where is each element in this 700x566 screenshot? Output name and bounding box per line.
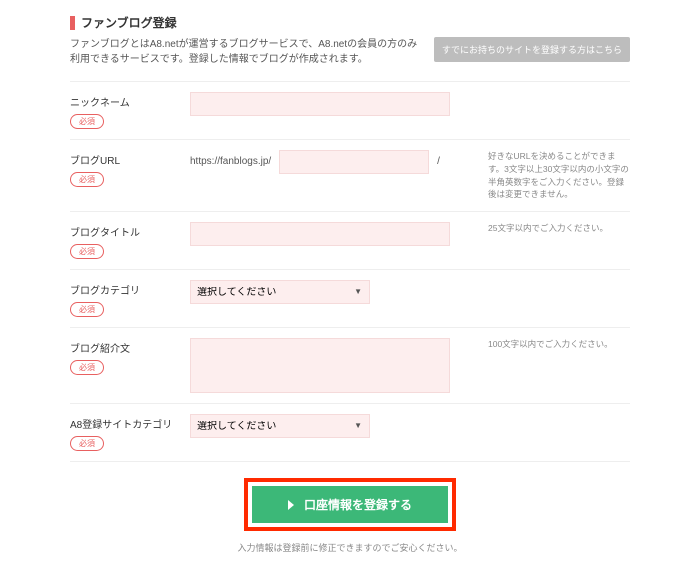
control-col — [190, 338, 480, 393]
blog-intro-hint: 100文字以内でご入力ください。 — [480, 338, 630, 351]
intro-row: ファンブログとはA8.netが運営するブログサービスで、A8.netの会員の方の… — [70, 37, 630, 67]
select-wrap: 選択してください — [190, 280, 370, 304]
submit-button-label: 口座情報を登録する — [304, 496, 412, 513]
label-col: A8登録サイトカテゴリ 必須 — [70, 414, 190, 451]
title-accent-bar — [70, 16, 75, 30]
control-col: 選択してください — [190, 280, 480, 304]
required-badge: 必須 — [70, 172, 104, 187]
control-col — [190, 222, 480, 246]
label-col: ブログタイトル 必須 — [70, 222, 190, 259]
blog-title-input[interactable] — [190, 222, 450, 246]
intro-text: ファンブログとはA8.netが運営するブログサービスで、A8.netの会員の方の… — [70, 37, 424, 67]
row-blog-intro: ブログ紹介文 必須 100文字以内でご入力ください。 — [70, 327, 630, 403]
control-col: https://fanblogs.jp/ / — [190, 150, 480, 174]
page-title: ファンブログ登録 — [81, 14, 177, 31]
blog-url-label: ブログURL — [70, 152, 190, 167]
blog-title-label: ブログタイトル — [70, 224, 190, 239]
label-col: ニックネーム 必須 — [70, 92, 190, 129]
url-suffix: / — [437, 150, 440, 174]
blog-category-label: ブログカテゴリ — [70, 282, 190, 297]
a8-category-label: A8登録サイトカテゴリ — [70, 416, 190, 431]
required-badge: 必須 — [70, 244, 104, 259]
blog-category-select[interactable]: 選択してください — [190, 280, 370, 304]
required-badge: 必須 — [70, 302, 104, 317]
existing-site-button[interactable]: すでにお持ちのサイトを登録する方はこちら — [434, 37, 630, 62]
page-title-row: ファンブログ登録 — [70, 14, 630, 31]
blog-title-hint: 25文字以内でご入力ください。 — [480, 222, 630, 235]
url-prefix: https://fanblogs.jp/ — [190, 150, 271, 174]
nickname-label: ニックネーム — [70, 94, 190, 109]
chevron-right-icon — [288, 500, 294, 510]
control-col — [190, 92, 480, 116]
required-badge: 必須 — [70, 114, 104, 129]
control-col: 選択してください — [190, 414, 480, 438]
row-nickname: ニックネーム 必須 — [70, 81, 630, 139]
select-wrap: 選択してください — [190, 414, 370, 438]
row-a8-category: A8登録サイトカテゴリ 必須 選択してください — [70, 403, 630, 461]
row-blog-category: ブログカテゴリ 必須 選択してください — [70, 269, 630, 327]
blog-url-input[interactable] — [279, 150, 429, 174]
row-blog-url: ブログURL 必須 https://fanblogs.jp/ / 好きなURLを… — [70, 139, 630, 211]
footer-note: 入力情報は登録前に修正できますのでご安心ください。 — [70, 541, 630, 554]
label-col: ブログカテゴリ 必須 — [70, 280, 190, 317]
submit-button[interactable]: 口座情報を登録する — [252, 486, 448, 523]
label-col: ブログ紹介文 必須 — [70, 338, 190, 375]
label-col: ブログURL 必須 — [70, 150, 190, 187]
required-badge: 必須 — [70, 436, 104, 451]
submit-area: 口座情報を登録する 入力情報は登録前に修正できますのでご安心ください。 — [70, 461, 630, 554]
a8-category-select[interactable]: 選択してください — [190, 414, 370, 438]
required-badge: 必須 — [70, 360, 104, 375]
blog-url-hint: 好きなURLを決めることができます。3文字以上30文字以内の小文字の半角英数字を… — [480, 150, 630, 201]
nickname-input[interactable] — [190, 92, 450, 116]
blog-intro-label: ブログ紹介文 — [70, 340, 190, 355]
submit-highlight-box: 口座情報を登録する — [244, 478, 456, 531]
row-blog-title: ブログタイトル 必須 25文字以内でご入力ください。 — [70, 211, 630, 269]
blog-intro-textarea[interactable] — [190, 338, 450, 393]
